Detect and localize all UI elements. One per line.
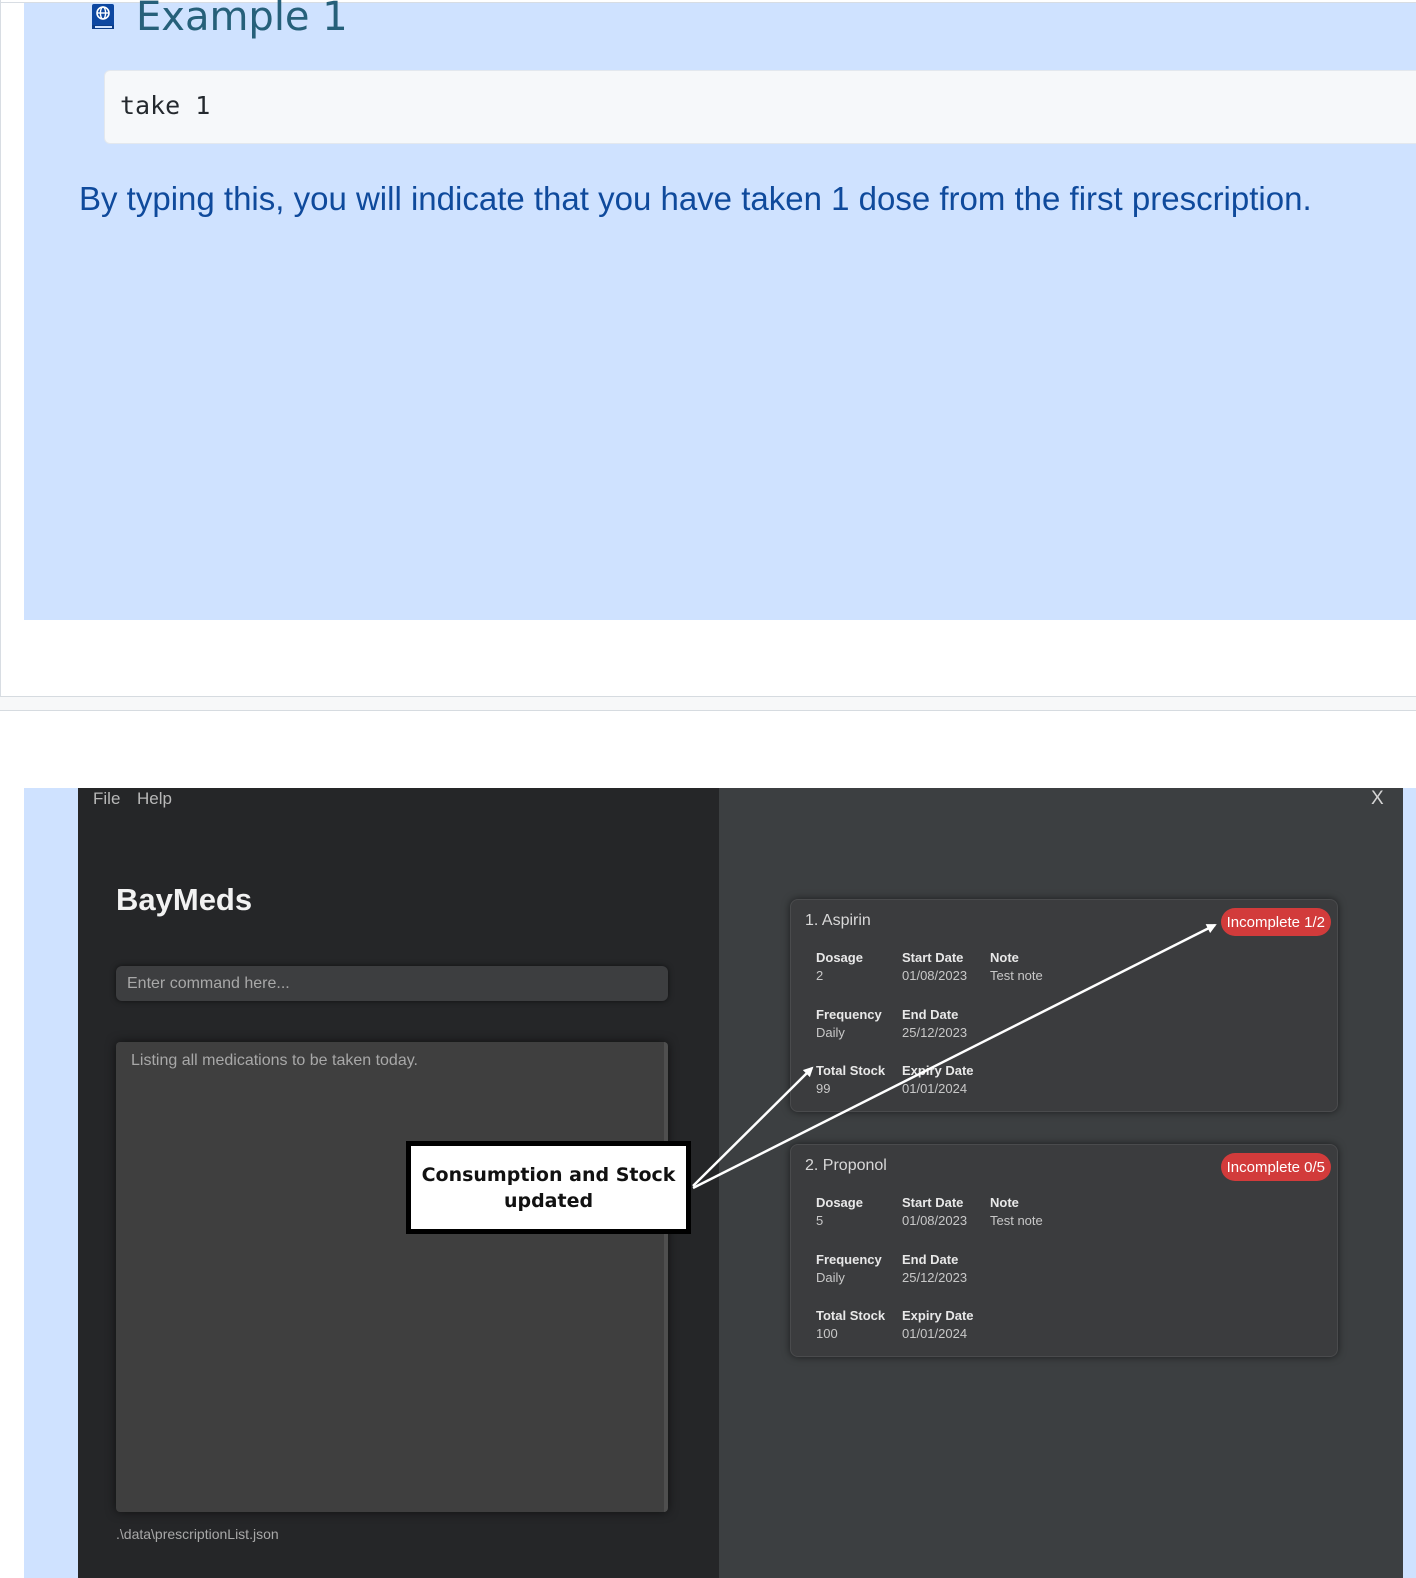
- result-display: Listing all medications to be taken toda…: [116, 1042, 668, 1512]
- close-button[interactable]: X: [1371, 788, 1384, 810]
- example-heading: Example 1: [88, 0, 348, 47]
- field-note: Note Test note: [990, 1195, 1043, 1228]
- code-block: take 1: [104, 70, 1416, 144]
- field-expiry-date: Expiry Date 01/01/2024: [902, 1063, 974, 1096]
- status-badge: Incomplete 0/5: [1220, 1153, 1331, 1181]
- command-placeholder: Enter command here...: [127, 975, 290, 992]
- menu-help[interactable]: Help: [137, 789, 172, 809]
- field-total-stock: Total Stock 99: [816, 1063, 886, 1096]
- field-start-date: Start Date 01/08/2023: [902, 1195, 968, 1228]
- app-title: BayMeds: [116, 882, 253, 917]
- book-icon: [92, 4, 114, 29]
- result-text: Listing all medications to be taken toda…: [131, 1052, 418, 1069]
- baymeds-window: File Help BayMeds Enter command here... …: [78, 788, 1403, 1578]
- example-panel: Example 1 take 1: [24, 0, 1416, 620]
- card-title: 2. Proponol: [805, 1157, 887, 1174]
- status-badge: Incomplete 1/2: [1220, 908, 1331, 936]
- prescription-card[interactable]: 1. Aspirin Incomplete 1/2 Dosage 2 Start …: [790, 899, 1338, 1112]
- annotation-text: Consumption and Stock updated: [421, 1163, 676, 1212]
- field-frequency: Frequency Daily: [816, 1252, 882, 1285]
- command-input[interactable]: Enter command here...: [116, 966, 668, 1001]
- field-frequency: Frequency Daily: [816, 1007, 882, 1040]
- field-total-stock: Total Stock 100: [816, 1308, 886, 1341]
- left-border: [0, 0, 1, 700]
- example-title: Example 1: [136, 0, 348, 40]
- annotation-callout: Consumption and Stock updated: [406, 1141, 691, 1234]
- field-dosage: Dosage 2: [816, 950, 863, 983]
- code-text: take 1: [120, 91, 211, 120]
- file-path: .\data\prescriptionList.json: [116, 1526, 279, 1542]
- divider-band: [0, 697, 1416, 710]
- field-dosage: Dosage 5: [816, 1195, 863, 1228]
- divider: [0, 710, 1416, 711]
- card-title: 1. Aspirin: [805, 912, 871, 929]
- field-expiry-date: Expiry Date 01/01/2024: [902, 1308, 974, 1341]
- prescription-card[interactable]: 2. Proponol Incomplete 0/5 Dosage 5 Start…: [790, 1144, 1338, 1357]
- field-end-date: End Date 25/12/2023: [902, 1007, 968, 1040]
- example-description: By typing this, you will indicate that y…: [79, 180, 1312, 217]
- menu-file[interactable]: File: [93, 789, 120, 809]
- field-start-date: Start Date 01/08/2023: [902, 950, 968, 983]
- field-note: Note Test note: [990, 950, 1043, 983]
- field-end-date: End Date 25/12/2023: [902, 1252, 968, 1285]
